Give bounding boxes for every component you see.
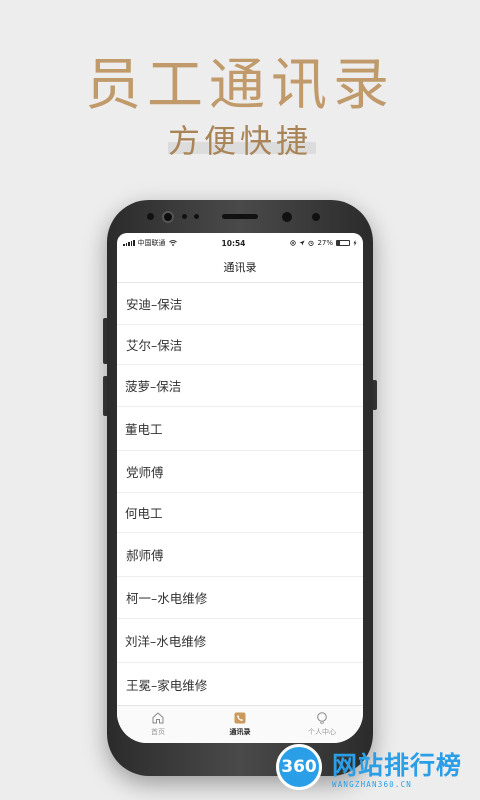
earpiece-speaker: [222, 214, 258, 219]
carrier-name: 中国联通: [137, 239, 166, 247]
contact-name: 艾尔–保洁: [126, 338, 183, 353]
watermark-name: 网站排行榜: [332, 751, 463, 780]
sensor-dot: [282, 212, 292, 222]
contact-row[interactable]: 安迪–保洁: [117, 283, 363, 325]
wifi-icon: [168, 240, 177, 246]
contact-row[interactable]: 何电工: [117, 493, 363, 533]
contact-name: 何电工: [125, 506, 163, 521]
tab-label: 首页: [151, 728, 165, 736]
promo-headline: 员工通讯录: [85, 53, 395, 118]
nav-title: 通讯录: [117, 253, 363, 283]
sensor-dot: [182, 214, 187, 219]
tab-profile[interactable]: 个人中心: [282, 706, 362, 743]
status-time: 10:54: [221, 238, 246, 248]
tab-bar: 首页 通讯录 个人中心: [117, 705, 363, 743]
sensor-dot: [194, 214, 199, 219]
battery-icon: [336, 240, 350, 246]
contact-name: 党师傅: [126, 465, 164, 480]
contact-name: 柯一–水电维修: [126, 591, 208, 606]
contact-row[interactable]: 艾尔–保洁: [117, 325, 363, 365]
charging-icon: [353, 240, 357, 246]
contact-name: 郝师傅: [126, 548, 164, 563]
tab-label: 个人中心: [308, 728, 336, 736]
sensor-dot: [147, 213, 154, 220]
contact-name: 菠萝–保洁: [125, 379, 182, 394]
contact-row[interactable]: 郝师傅: [117, 533, 363, 577]
watermark-logo: 360: [276, 744, 322, 790]
tab-label: 通讯录: [229, 728, 251, 736]
contact-name: 刘洋–水电维修: [125, 634, 207, 649]
watermark: 360 网站排行榜 WANGZHAN360.CN: [270, 742, 480, 800]
contact-name: 董电工: [125, 422, 163, 437]
contact-row[interactable]: 刘洋–水电维修: [117, 619, 363, 663]
contact-row[interactable]: 董电工: [117, 407, 363, 451]
user-icon: [317, 712, 327, 724]
contact-row[interactable]: 王冕–家电维修: [117, 663, 363, 705]
watermark-url: WANGZHAN360.CN: [332, 780, 413, 789]
contact-row[interactable]: 柯一–水电维修: [117, 577, 363, 619]
contact-name: 安迪–保洁: [126, 297, 183, 312]
contact-name: 王冕–家电维修: [126, 677, 208, 693]
alarm-icon: [308, 240, 315, 246]
sensor-dot: [312, 213, 320, 221]
phone-screen: 中国联通 10:54 27% 通讯录 安迪–保洁 艾尔–保洁 菠萝–保洁 董电工…: [117, 233, 363, 743]
signal-icon: [123, 240, 135, 246]
contact-row[interactable]: 党师傅: [117, 451, 363, 493]
battery-percent: 27%: [317, 239, 333, 247]
contact-row[interactable]: 菠萝–保洁: [117, 365, 363, 407]
front-camera: [162, 211, 174, 223]
phone-book-icon: [234, 712, 246, 724]
tab-home[interactable]: 首页: [118, 706, 198, 743]
tab-contacts[interactable]: 通讯录: [200, 706, 280, 743]
location-icon: [299, 240, 305, 246]
promo-subheadline: 方便快捷: [167, 122, 312, 160]
home-icon: [152, 712, 164, 724]
lock-rotation-icon: [290, 240, 297, 246]
status-bar: 中国联通 10:54 27%: [117, 233, 363, 253]
